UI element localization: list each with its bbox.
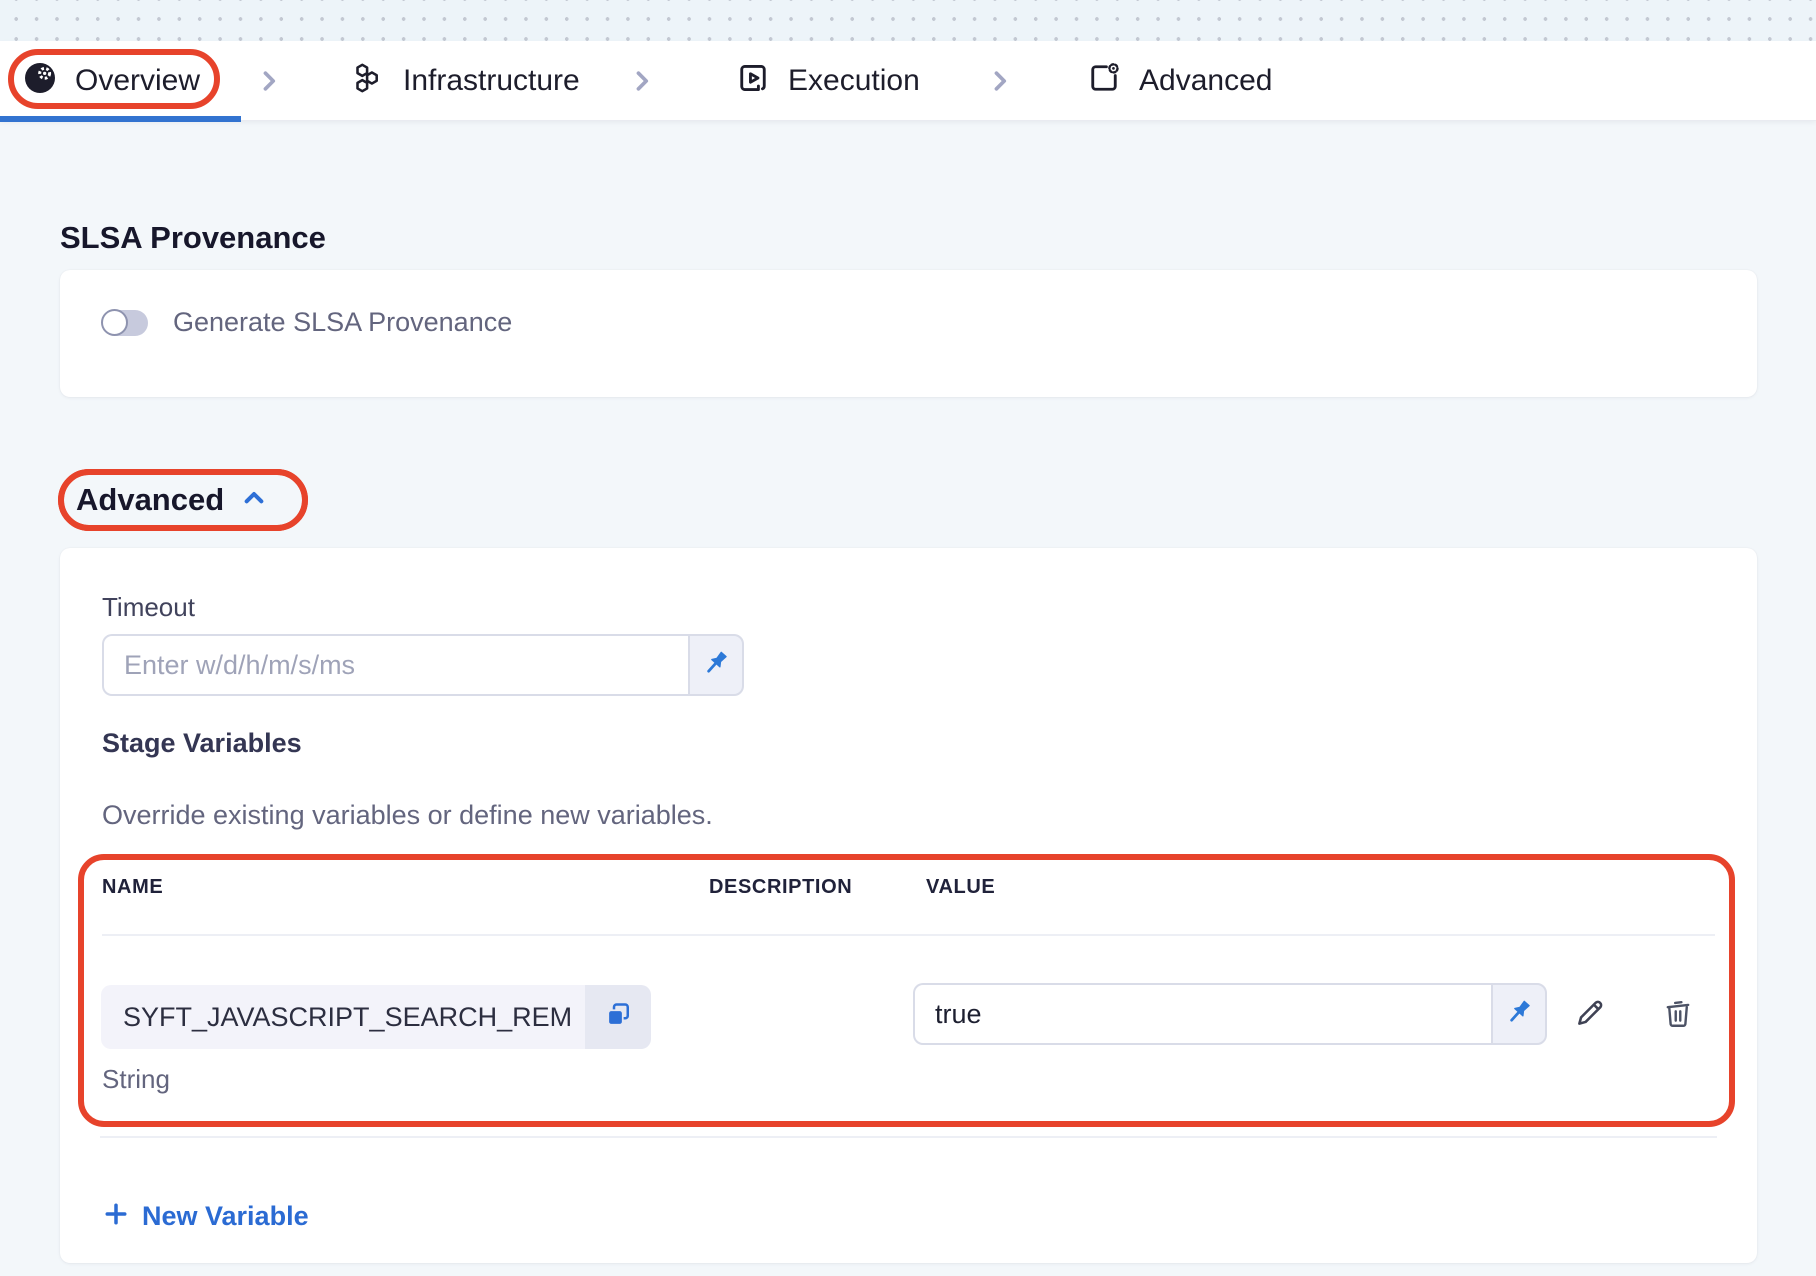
- variable-type-label: String: [102, 1064, 170, 1095]
- copy-icon: [603, 1000, 633, 1035]
- tab-infrastructure-label: Infrastructure: [403, 64, 580, 98]
- tab-overview[interactable]: Overview: [22, 41, 200, 120]
- chevron-right-icon: [983, 64, 1017, 103]
- tab-advanced[interactable]: Advanced: [1086, 41, 1272, 120]
- canvas-dotted-background: [0, 0, 1816, 41]
- variable-name-chip: SYFT_JAVASCRIPT_SEARCH_REM: [101, 985, 651, 1049]
- advanced-card: Timeout Stage Variables Override existin…: [60, 548, 1757, 1263]
- timeout-runtime-pin-button[interactable]: [688, 634, 744, 696]
- variable-value-input-group: [913, 983, 1547, 1045]
- advanced-section-header[interactable]: Advanced: [58, 469, 308, 531]
- chevron-right-icon: [625, 64, 659, 103]
- value-runtime-pin-button[interactable]: [1491, 983, 1547, 1045]
- tab-execution-label: Execution: [788, 64, 920, 98]
- tab-execution[interactable]: Execution: [735, 41, 920, 120]
- active-tab-underline: [0, 116, 241, 122]
- stage-variables-heading: Stage Variables: [102, 728, 302, 759]
- column-header-description: DESCRIPTION: [709, 876, 852, 899]
- execution-icon: [735, 60, 771, 101]
- timeout-input-group: [102, 634, 744, 696]
- chevron-up-icon[interactable]: [238, 482, 270, 519]
- tab-overview-label: Overview: [75, 64, 200, 98]
- plus-icon: [102, 1200, 130, 1233]
- tab-advanced-label: Advanced: [1139, 64, 1272, 98]
- advanced-gear-icon: [1086, 60, 1122, 101]
- new-variable-label: New Variable: [142, 1201, 309, 1232]
- generate-slsa-toggle-label: Generate SLSA Provenance: [173, 307, 512, 338]
- stage-overview-icon: [22, 60, 58, 101]
- stage-tab-bar: Overview Infrastructure Exec: [0, 41, 1816, 121]
- pin-icon: [701, 648, 731, 683]
- pencil-icon: [1573, 996, 1607, 1033]
- trash-icon: [1661, 996, 1695, 1033]
- generate-slsa-toggle[interactable]: [102, 310, 148, 336]
- tab-infrastructure[interactable]: Infrastructure: [350, 41, 580, 120]
- timeout-label: Timeout: [102, 592, 195, 623]
- toggle-knob: [101, 309, 128, 336]
- variable-name-text: SYFT_JAVASCRIPT_SEARCH_REM: [101, 985, 585, 1049]
- table-bottom-divider: [100, 1136, 1717, 1138]
- stage-variables-description: Override existing variables or define ne…: [102, 800, 713, 831]
- new-variable-button[interactable]: New Variable: [102, 1200, 309, 1233]
- copy-variable-button[interactable]: [585, 985, 651, 1049]
- infrastructure-icon: [350, 60, 386, 101]
- column-header-value: VALUE: [926, 876, 995, 899]
- table-header-divider: [102, 934, 1715, 936]
- column-header-name: NAME: [102, 876, 163, 899]
- variable-value-input[interactable]: [913, 983, 1491, 1045]
- slsa-provenance-card: Generate SLSA Provenance: [60, 270, 1757, 397]
- pin-icon: [1504, 997, 1534, 1032]
- edit-variable-button[interactable]: [1568, 992, 1612, 1036]
- advanced-section-heading: Advanced: [76, 482, 224, 518]
- delete-variable-button[interactable]: [1656, 992, 1700, 1036]
- timeout-input[interactable]: [102, 634, 688, 696]
- slsa-provenance-heading: SLSA Provenance: [60, 220, 326, 256]
- chevron-right-icon: [252, 64, 286, 103]
